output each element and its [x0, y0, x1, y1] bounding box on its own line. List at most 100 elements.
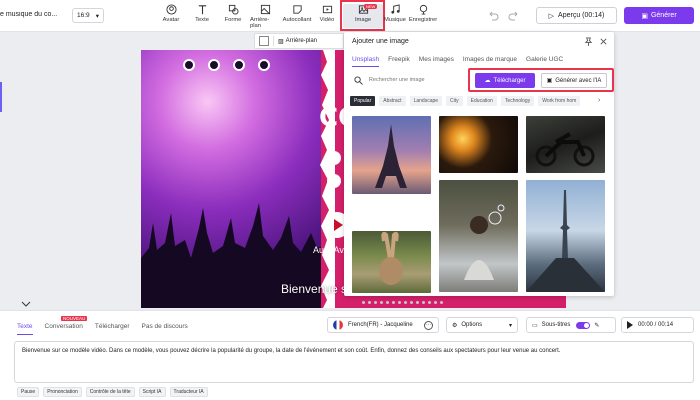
tool-record[interactable]: Enregistrer: [408, 4, 438, 28]
tool-video[interactable]: Vidéo: [319, 4, 335, 28]
tool-avatar[interactable]: Avatar: [162, 4, 180, 28]
ai-translator-chip[interactable]: Traducteur IA: [169, 387, 208, 397]
subtitles-icon: ▭: [532, 322, 538, 329]
sparkle-icon: ▣: [641, 12, 648, 20]
aspect-ratio-select[interactable]: 16:9 ▾: [72, 8, 104, 23]
ai-image-icon: ▣: [546, 78, 553, 84]
chevron-down-icon[interactable]: [20, 300, 32, 308]
image-source-tabs: Unsplash Freepik Mes images Images de ma…: [352, 56, 563, 67]
image-thumbnail[interactable]: [439, 180, 518, 292]
background-image-icon: ▨: [278, 38, 284, 45]
left-strip-indicator: [0, 82, 2, 112]
head-control-chip[interactable]: Contrôle de la tête: [85, 387, 135, 397]
tool-text[interactable]: Texte: [194, 4, 210, 28]
category-chips: Popular Abstract Landscape City Educatio…: [350, 96, 596, 106]
shape-icon: [228, 4, 239, 15]
category-popular[interactable]: Popular: [350, 96, 376, 106]
document-title[interactable]: e musique du co...: [0, 11, 62, 18]
subtitles-toggle[interactable]: [576, 321, 591, 329]
undo-icon[interactable]: [487, 10, 499, 22]
category-education[interactable]: Education: [466, 96, 497, 106]
playback-control[interactable]: 00:00 / 00:14: [621, 317, 694, 333]
pin-icon[interactable]: [584, 37, 593, 46]
category-landscape[interactable]: Landscape: [409, 96, 443, 106]
tool-background[interactable]: Arrière-plan: [250, 4, 280, 29]
generate-ai-button[interactable]: ▣ Générer avec l'IA: [541, 73, 607, 88]
cn-tower-icon: [526, 190, 605, 292]
chevron-down-icon: ▾: [508, 322, 512, 329]
toolbar-divider: [273, 36, 274, 46]
new-badge: NOUVEAU: [61, 316, 88, 321]
tab-text[interactable]: Texte: [17, 323, 33, 335]
image-thumbnail[interactable]: [352, 116, 431, 194]
category-work-from-home[interactable]: Work from hom: [538, 96, 581, 106]
tab-brand-images[interactable]: Images de marque: [463, 56, 517, 67]
poster-date: Au 1 Av: [313, 245, 344, 255]
tool-sticker[interactable]: Autocollant: [282, 4, 312, 28]
chevron-right-icon[interactable]: ›: [598, 97, 600, 104]
more-icon[interactable]: ···: [424, 320, 433, 330]
tool-record-label: Enregistrer: [408, 17, 438, 23]
image-thumbnail[interactable]: [526, 180, 605, 292]
french-flag-icon: [333, 320, 343, 330]
top-toolbar: e musique du co... 16:9 ▾ Avatar Texte F…: [0, 0, 700, 32]
tool-shape-label: Forme: [224, 17, 242, 23]
calendar-icon: [327, 151, 341, 165]
upload-button[interactable]: ☁ Télécharger: [475, 73, 535, 88]
play-circle-icon: ▷: [548, 12, 555, 20]
search-input[interactable]: [368, 77, 468, 83]
ai-script-chip[interactable]: Script IA: [138, 387, 166, 397]
close-icon[interactable]: [599, 37, 608, 46]
options-button[interactable]: ⚙ Options ▾: [446, 317, 518, 333]
clock-icon: [327, 174, 341, 188]
category-abstract[interactable]: Abstract: [379, 96, 406, 106]
image-tool-highlight: [340, 0, 385, 31]
tool-music[interactable]: Musique: [384, 4, 406, 28]
tool-shape[interactable]: Forme: [224, 4, 242, 28]
image-search: [350, 72, 468, 88]
film-holes: [183, 59, 270, 71]
voice-select[interactable]: French(FR) - Jacqueline ···: [327, 317, 439, 333]
color-swatch-icon[interactable]: [259, 36, 269, 46]
category-city[interactable]: City: [446, 96, 463, 106]
play-icon[interactable]: [627, 321, 633, 329]
add-image-panel: Ajouter une image Unsplash Freepik Mes i…: [344, 32, 614, 296]
tab-unsplash[interactable]: Unsplash: [352, 56, 380, 67]
tab-freepik[interactable]: Freepik: [388, 56, 410, 67]
script-textarea[interactable]: Bienvenue sur ce modèle vidéo. Dans ce m…: [14, 341, 694, 383]
text-icon: [197, 4, 208, 15]
subtitles-control[interactable]: ▭ Sous-titres ✎: [526, 317, 616, 333]
pronunciation-chip[interactable]: Prononciation: [43, 387, 82, 397]
generate-button[interactable]: ▣ Générer: [624, 7, 694, 24]
tab-my-images[interactable]: Mes images: [419, 56, 454, 67]
script-tools: Pause Prononciation Contrôle de la tête …: [17, 387, 208, 397]
category-technology[interactable]: Technology: [500, 96, 535, 106]
brush-icon[interactable]: ✎: [594, 322, 599, 329]
script-panel: Texte Conversation Télécharger Pas de di…: [0, 310, 700, 400]
background-toggle[interactable]: ▨ Arrière-plan: [278, 38, 317, 45]
pause-chip[interactable]: Pause: [17, 387, 40, 397]
scene-pagination[interactable]: [362, 301, 443, 304]
tool-avatar-label: Avatar: [162, 17, 180, 23]
tool-sticker-label: Autocollant: [282, 17, 312, 23]
left-strip: [0, 32, 12, 310]
preview-label: Aperçu (00:14): [558, 12, 605, 19]
preview-button[interactable]: ▷ Aperçu (00:14): [536, 7, 617, 24]
background-toggle-label: Arrière-plan: [285, 38, 318, 44]
woman-bubbles-icon: [464, 204, 505, 280]
tab-ugc-gallery[interactable]: Galerie UGC: [526, 56, 563, 67]
tool-music-label: Musique: [384, 17, 406, 23]
redo-icon[interactable]: [508, 10, 520, 22]
aspect-ratio-value: 16:9: [77, 12, 90, 19]
tab-no-speech[interactable]: Pas de discours: [142, 323, 188, 335]
image-thumbnail[interactable]: [526, 116, 605, 173]
image-thumbnail[interactable]: [439, 116, 518, 173]
search-icon: [354, 75, 363, 85]
tab-upload[interactable]: Télécharger: [95, 323, 130, 335]
tab-conversation[interactable]: Conversation: [45, 323, 83, 335]
canvas-toolbar: ▨ Arrière-plan: [254, 33, 344, 49]
tool-video-label: Vidéo: [319, 17, 335, 23]
upload-label: Télécharger: [493, 77, 526, 84]
image-thumbnail[interactable]: [352, 231, 431, 293]
voice-label: French(FR) - Jacqueline: [348, 322, 413, 328]
